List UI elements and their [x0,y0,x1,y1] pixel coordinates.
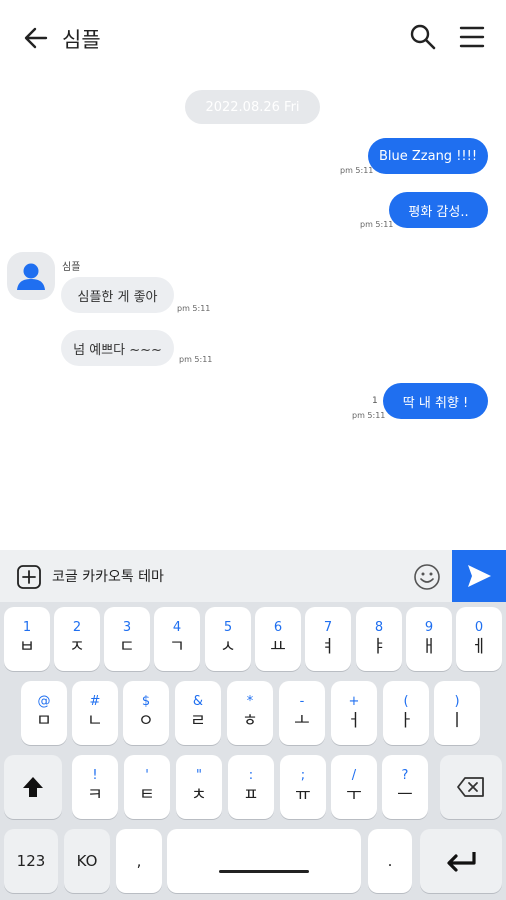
key[interactable]: 3ㄷ [104,607,150,671]
key[interactable]: ) ㅣ [434,681,480,745]
key[interactable]: * ㅎ [227,681,273,745]
send-button[interactable] [452,550,506,602]
sent-message-bubble[interactable]: 평화 감성.. [389,192,488,228]
backspace-key[interactable] [440,755,502,819]
sent-message-bubble[interactable]: Blue Zzang !!!! [368,138,488,174]
key[interactable]: 6ㅛ [255,607,301,671]
unread-count: 1 [372,396,378,406]
key[interactable]: @ ㅁ [21,681,67,745]
space-key[interactable] [167,829,361,893]
message-time: pm 5:11 [177,304,211,313]
key[interactable]: -ㅗ [279,681,325,745]
key[interactable]: 0ㅔ [456,607,502,671]
space-bar-line [219,869,309,873]
attach-button[interactable] [16,564,42,590]
message-time: pm 5:11 [340,166,374,175]
backspace-icon [457,777,484,797]
message-time: pm 5:11 [179,355,213,364]
arrow-left-icon [24,27,48,49]
key[interactable]: / ㅜ [331,755,377,819]
enter-key[interactable] [420,829,502,893]
hamburger-menu-icon [459,26,485,48]
key[interactable]: " ㅊ [176,755,222,819]
key[interactable]: 5ㅅ [205,607,251,671]
numbers-key[interactable]: 123 [4,829,58,893]
key[interactable]: ; ㅠ [280,755,326,819]
shift-key[interactable] [4,755,62,819]
period-key[interactable]: . [368,829,412,893]
sent-message-bubble[interactable]: 딱 내 취향 ! [383,383,488,419]
search-icon [410,24,436,50]
virtual-keyboard: 1ㅂ 2ㅈ 3ㄷ 4ㄱ 5ㅅ 6ㅛ 7ㅕ 8ㅑ 9ㅐ 0ㅔ @ ㅁ # ㄴ $ ㅇ &… [0,602,506,900]
received-message-bubble[interactable]: 넘 예쁘다 ~~~ [61,330,174,366]
enter-icon [447,852,476,872]
menu-button[interactable] [458,24,486,50]
key[interactable]: ! ㅋ [72,755,118,819]
key[interactable]: ' ㅌ [124,755,170,819]
search-button[interactable] [408,22,438,52]
plus-square-icon [17,565,41,589]
avatar[interactable] [7,252,55,300]
key[interactable]: # ㄴ [72,681,118,745]
language-key[interactable]: KO [64,829,110,893]
back-button[interactable] [22,24,50,52]
message-input[interactable] [52,563,392,591]
key[interactable]: & ㄹ [175,681,221,745]
received-message-bubble[interactable]: 심플한 게 좋아 [61,277,174,313]
send-icon [468,565,491,587]
key[interactable]: ? ㅡ [382,755,428,819]
sender-name: 심플 [62,262,81,273]
key[interactable]: (ㅏ [383,681,429,745]
shift-arrow-icon [23,777,43,797]
person-icon [17,263,45,290]
emoji-button[interactable] [413,563,441,591]
comma-key[interactable]: , [116,829,162,893]
key[interactable]: 4ㄱ [154,607,200,671]
page-title: 심플 [62,28,101,52]
date-separator: 2022.08.26 Fri [185,90,320,124]
key[interactable]: 2ㅈ [54,607,100,671]
message-time: pm 5:11 [352,411,386,420]
message-time: pm 5:11 [360,220,394,229]
top-app-bar: 심플 [0,0,506,74]
key[interactable]: 7ㅕ [305,607,351,671]
key[interactable]: 8ㅑ [356,607,402,671]
key[interactable]: 9ㅐ [406,607,452,671]
key[interactable]: $ ㅇ [123,681,169,745]
key[interactable]: :ㅍ [228,755,274,819]
smiley-icon [414,564,440,590]
key[interactable]: 1ㅂ [4,607,50,671]
key[interactable]: + ㅓ [331,681,377,745]
